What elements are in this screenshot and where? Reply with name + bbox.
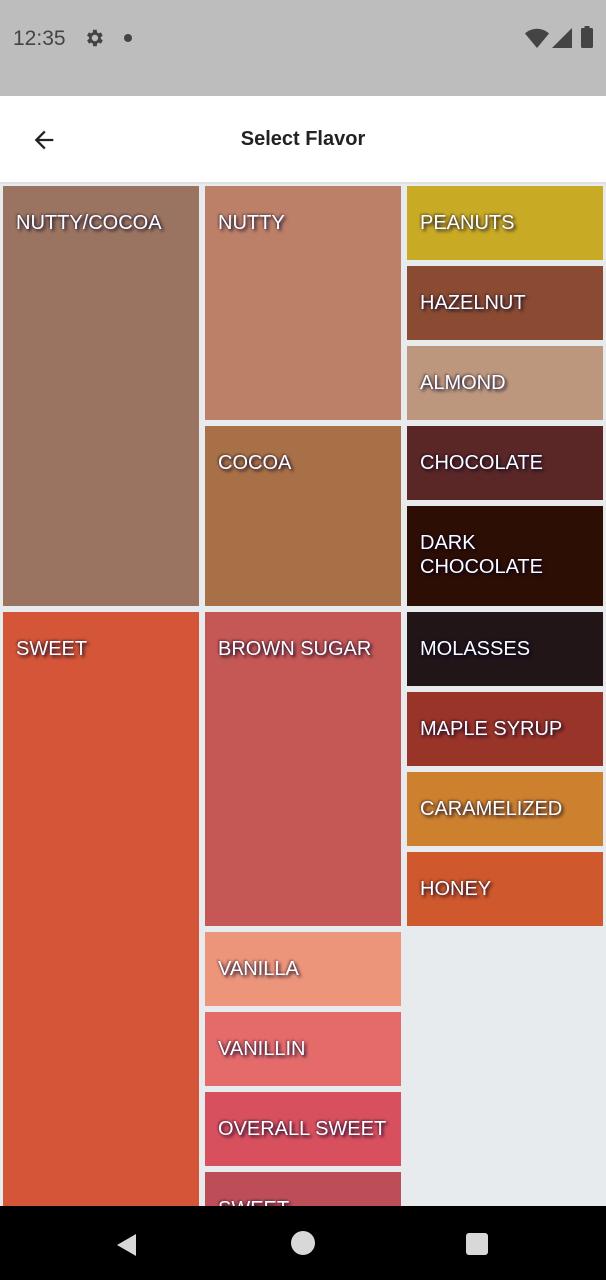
nav-home-icon[interactable] — [291, 1231, 315, 1255]
tile-nutty[interactable]: NUTTY — [205, 186, 401, 420]
tile-nutty-cocoa[interactable]: NUTTY/COCOA — [3, 186, 199, 606]
tile-label: NUTTY/COCOA — [16, 212, 162, 234]
tile-molasses[interactable]: MOLASSES — [407, 612, 603, 686]
tile-label: DARK CHOCOLATE — [420, 532, 543, 578]
tile-label: BROWN SUGAR — [218, 638, 372, 660]
app-bar: Select Flavor — [0, 96, 606, 184]
tile-honey[interactable]: HONEY — [407, 852, 603, 926]
status-time: 12:35 — [13, 27, 66, 50]
tile-label: VANILLIN — [218, 1038, 306, 1060]
page-title: Select Flavor — [240, 128, 366, 150]
tile-label: SWEET — [16, 638, 88, 660]
battery-icon — [581, 26, 593, 48]
tile-label: NUTTY — [218, 212, 285, 234]
nav-recents-icon[interactable] — [466, 1233, 488, 1255]
signal-icon — [552, 28, 572, 48]
tile-hazelnut[interactable]: HAZELNUT — [407, 266, 603, 340]
tile-maple-syrup[interactable]: MAPLE SYRUP — [407, 692, 603, 766]
nav-back-icon[interactable] — [114, 1232, 140, 1258]
navigation-bar — [0, 1206, 606, 1280]
tile-label: SWEET — [218, 1197, 393, 1206]
tile-label: COCOA — [218, 452, 292, 474]
tile-chocolate[interactable]: CHOCOLATE — [407, 426, 603, 500]
tile-vanillin[interactable]: VANILLIN — [205, 1012, 401, 1086]
tile-cocoa[interactable]: COCOA — [205, 426, 401, 606]
status-bar: 12:35 — [0, 0, 606, 96]
tile-label: MAPLE SYRUP — [420, 718, 563, 740]
tile-dark-chocolate[interactable]: DARK CHOCOLATE — [407, 506, 603, 606]
tile-caramelized[interactable]: CARAMELIZED — [407, 772, 603, 846]
gear-icon — [87, 29, 103, 47]
tile-peanuts[interactable]: PEANUTS — [407, 186, 603, 260]
tile-label: OVERALL SWEET — [218, 1118, 387, 1140]
tile-label: ALMOND — [420, 372, 506, 394]
tile-sweet[interactable]: SWEET — [3, 612, 199, 1206]
tile-brown-sugar[interactable]: BROWN SUGAR — [205, 612, 401, 926]
flavor-treemap: NUTTY/COCOA NUTTY COCOA PEANUTS HAZELNUT… — [0, 184, 606, 1206]
tile-label: HAZELNUT — [420, 292, 526, 314]
tile-label: VANILLA — [218, 958, 299, 980]
tile-sweet-aromatics[interactable]: SWEET — [205, 1172, 401, 1206]
tile-vanilla[interactable]: VANILLA — [205, 932, 401, 1006]
tile-label: MOLASSES — [420, 638, 531, 660]
tile-label: PEANUTS — [420, 212, 515, 234]
wifi-icon — [525, 28, 549, 48]
tile-label: HONEY — [420, 878, 492, 900]
tile-label: CHOCOLATE — [420, 452, 543, 474]
tile-overall-sweet[interactable]: OVERALL SWEET — [205, 1092, 401, 1166]
tile-label: CARAMELIZED — [420, 798, 563, 820]
tile-almond[interactable]: ALMOND — [407, 346, 603, 420]
notification-dot-icon — [124, 34, 132, 42]
